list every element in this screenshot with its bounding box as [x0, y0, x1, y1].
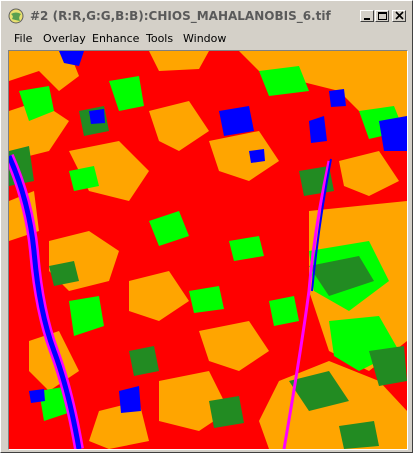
title-bar[interactable]: #2 (R:R,G:G,B:B):CHIOS_MAHALANOBIS_6.tif	[3, 3, 410, 29]
window-title: #2 (R:R,G:G,B:B):CHIOS_MAHALANOBIS_6.tif	[30, 9, 331, 23]
maximize-button[interactable]	[375, 10, 389, 22]
menu-file[interactable]: File	[14, 32, 32, 45]
menu-bar: File Overlay Enhance Tools Window	[3, 30, 410, 48]
close-button[interactable]	[392, 10, 406, 22]
close-icon	[395, 11, 404, 20]
minimize-icon	[364, 18, 370, 20]
maximize-icon	[378, 12, 387, 20]
menu-tools[interactable]: Tools	[146, 32, 173, 45]
app-globe-icon[interactable]	[8, 8, 24, 24]
image-canvas[interactable]	[8, 50, 408, 450]
minimize-button[interactable]	[360, 10, 374, 22]
classification-map	[9, 51, 407, 449]
menu-enhance[interactable]: Enhance	[92, 32, 139, 45]
menu-window[interactable]: Window	[183, 32, 226, 45]
image-window: #2 (R:R,G:G,B:B):CHIOS_MAHALANOBIS_6.tif…	[0, 0, 413, 453]
menu-overlay[interactable]: Overlay	[43, 32, 86, 45]
